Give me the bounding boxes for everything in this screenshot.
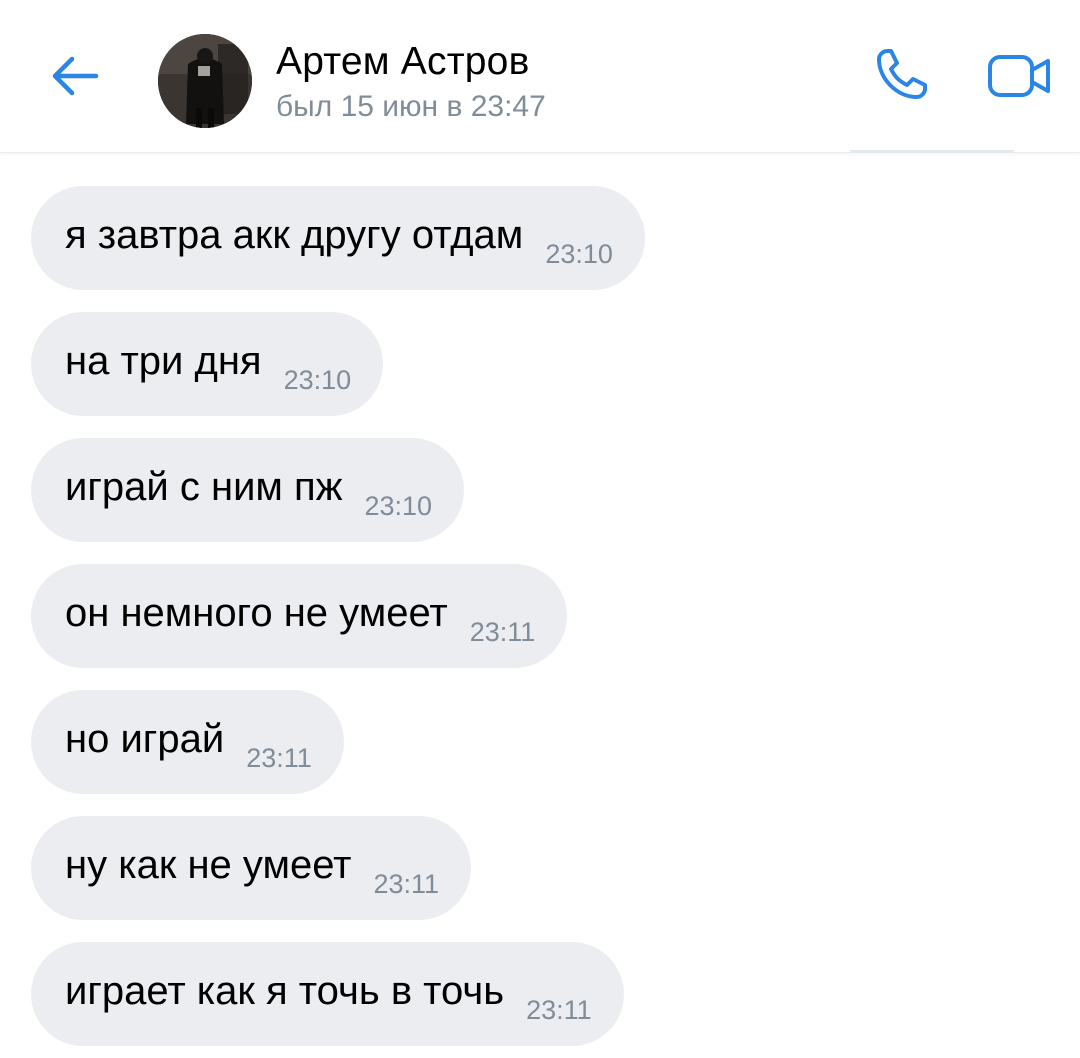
message-time: 23:10 [283,364,352,395]
phone-icon [871,45,931,110]
message-time: 23:11 [526,994,592,1025]
message-text: играет как я точь в точь [65,969,505,1013]
message-time: 23:11 [373,868,439,899]
message-text: на три дня [65,339,262,383]
last-seen-status: был 15 июн в 23:47 [276,90,546,123]
message-time: 23:10 [364,490,433,521]
message-bubble[interactable]: играет как я точь в точь 23:11 [31,942,624,1046]
message-bubble[interactable]: он немного не умеет 23:11 [31,564,568,668]
message-time: 23:10 [545,238,613,269]
message-bubble[interactable]: но играй 23:11 [31,690,344,794]
message-bubble[interactable]: играй с ним пж 23:10 [31,438,465,542]
call-button[interactable] [866,44,936,110]
contact-name[interactable]: Артем Астров [276,40,529,84]
message-text: он немного не умеет [65,591,448,635]
chat-screen: Артем Астров был 15 июн в 23:47 я завтра… [0,0,1080,1058]
video-call-button[interactable] [980,48,1060,108]
back-button[interactable] [44,50,104,106]
message-time: 23:11 [246,742,312,773]
message-bubble[interactable]: я завтра акк другу отдам 23:10 [31,186,645,290]
message-text: играй с ним пж [65,465,343,509]
message-bubble[interactable]: на три дня 23:10 [31,312,384,416]
arrow-left-icon [48,54,100,103]
message-text: ну как не умеет [65,843,352,887]
header-divider-accent [850,150,1014,153]
message-text: но играй [65,717,225,761]
video-camera-icon [987,53,1053,104]
message-time: 23:11 [469,616,536,647]
message-text: я завтра акк другу отдам [65,213,524,257]
avatar[interactable] [158,34,252,128]
chat-header: Артем Астров был 15 июн в 23:47 [0,0,1080,153]
message-bubble[interactable]: ну как не умеет 23:11 [31,816,471,920]
